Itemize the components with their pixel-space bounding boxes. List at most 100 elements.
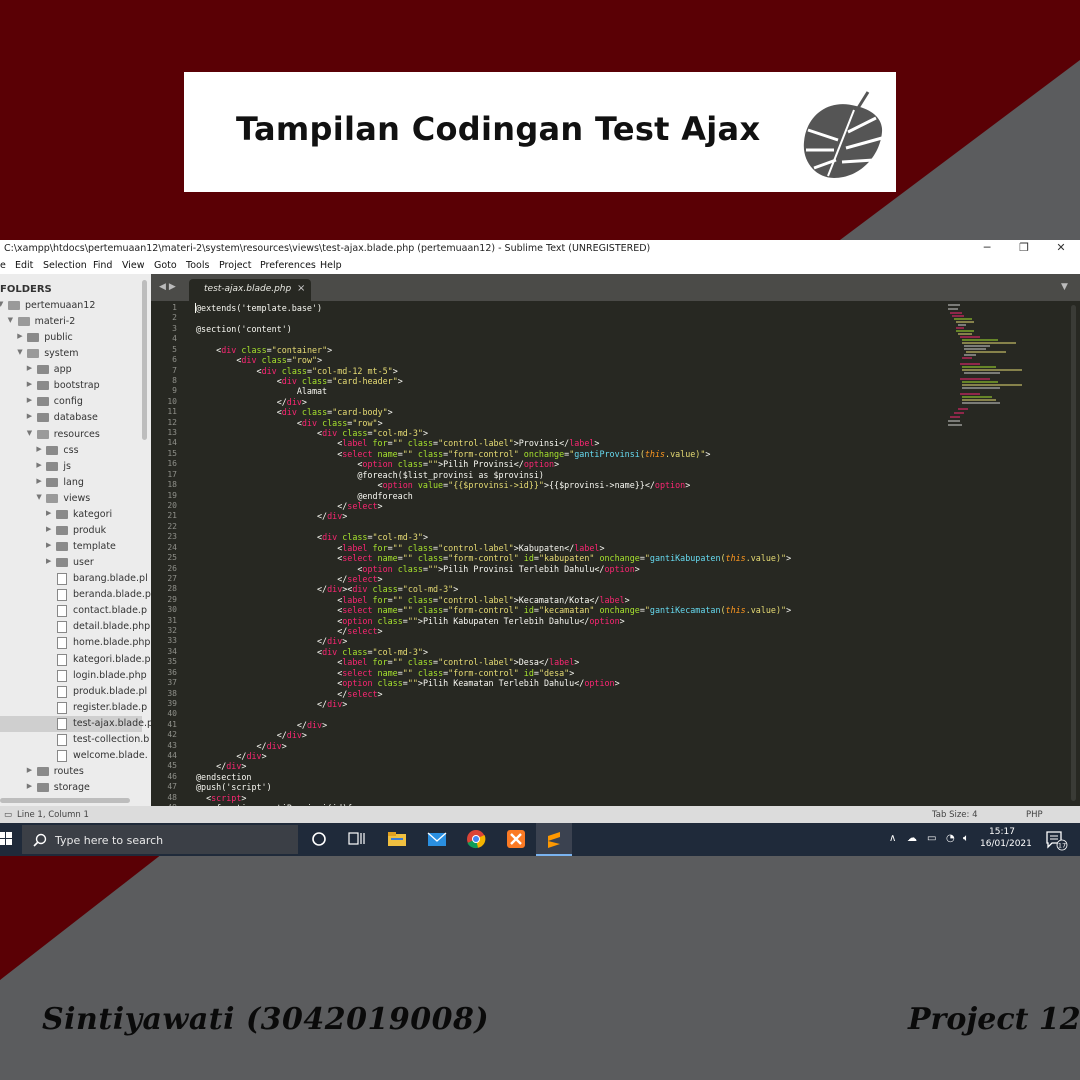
code-line[interactable]: </div> [196,751,266,761]
sidebar-item[interactable]: ▶ css [0,443,142,459]
code-line[interactable]: </select> [196,626,382,636]
chevron-right-icon[interactable]: ▶ [46,557,51,565]
tray-chevron-icon[interactable]: ∧ [889,833,896,844]
chevron-right-icon[interactable]: ▶ [36,461,41,469]
tab-nav-arrows-icon[interactable]: ◀▶ [159,282,179,292]
sidebar-item[interactable]: ▶ storage [0,780,142,796]
code-line[interactable]: </div> [196,397,307,407]
battery-icon[interactable]: ▭ [927,833,936,844]
code-line[interactable]: <option class="">Pilih Provinsi Terlebih… [196,564,639,574]
chevron-right-icon[interactable]: ▶ [27,380,32,388]
code-line[interactable]: <div class="container"> [196,345,332,355]
code-line[interactable]: <option class="">Pilih Keamatan Terlebih… [196,678,619,688]
sidebar-item[interactable]: produk.blade.pl [0,684,147,700]
onedrive-icon[interactable]: ☁ [907,833,917,844]
code-line[interactable]: <label for="" class="control-label">Prov… [196,438,599,448]
sidebar-item[interactable]: ▼ system [0,346,142,362]
code-line[interactable]: @endsection [196,772,251,782]
menu-project[interactable]: Project [219,260,252,271]
menu-find[interactable]: Find [93,260,112,271]
chrome-icon[interactable] [465,829,487,849]
sidebar-item[interactable]: ▶ template [0,539,142,555]
code-line[interactable]: <div class="card-header"> [196,376,403,386]
code-line[interactable]: </select> [196,501,382,511]
sidebar-item[interactable]: login.blade.php [0,668,147,684]
notification-icon[interactable]: 17 [1044,829,1068,851]
chevron-right-icon[interactable]: ▶ [27,412,32,420]
menu-preferences[interactable]: Preferences [260,260,316,271]
file-explorer-icon[interactable] [386,829,408,849]
chevron-down-icon[interactable]: ▼ [0,300,3,308]
sidebar-item[interactable]: ▼ views [0,491,142,507]
menu-help[interactable]: Help [320,260,342,271]
volume-icon[interactable]: 🔈︎ [963,833,969,844]
tab-close-icon[interactable]: × [297,283,305,294]
sidebar-item[interactable]: ▼ resources [0,427,142,443]
sidebar-item[interactable]: ▶ lang [0,475,142,491]
menu-file[interactable]: e [0,260,6,271]
code-line[interactable]: <select name="" class="form-control" onc… [196,449,710,459]
code-line[interactable]: <option value="{{$provinsi->id}}">{{$pro… [196,480,691,490]
code-line[interactable]: </div><div class="col-md-3"> [196,584,458,594]
sidebar-item[interactable]: ▶ bootstrap [0,378,142,394]
chevron-down-icon[interactable]: ▼ [36,493,41,501]
sidebar-item[interactable]: ▶ user [0,555,142,571]
code-line[interactable]: <select name="" class="form-control" id=… [196,668,574,678]
chevron-right-icon[interactable]: ▶ [36,445,41,453]
chevron-right-icon[interactable]: ▶ [46,525,51,533]
chevron-down-icon[interactable]: ▼ [17,348,22,356]
code-line[interactable]: <label for="" class="control-label">Desa… [196,657,579,667]
windows-start-icon[interactable] [0,831,12,847]
code-line[interactable]: </div> [196,636,347,646]
code-line[interactable]: </div> [196,511,347,521]
sidebar-item[interactable]: welcome.blade. [0,748,148,764]
code-line[interactable]: <label for="" class="control-label">Kabu… [196,543,604,553]
code-line[interactable]: </div> [196,720,327,730]
code-line[interactable]: @foreach($list_provinsi as $provinsi) [196,470,544,480]
code-line[interactable]: </div> [196,761,246,771]
code-line[interactable]: <div class="col-md-12 mt-5"> [196,366,398,376]
code-line[interactable]: <div class="row"> [196,355,322,365]
chevron-right-icon[interactable]: ▶ [46,541,51,549]
chevron-right-icon[interactable]: ▶ [27,782,32,790]
status-tab-size[interactable]: Tab Size: 4 [932,810,978,820]
code-line[interactable]: </div> [196,741,287,751]
code-line[interactable]: <select name="" class="form-control" id=… [196,553,791,563]
code-line[interactable]: @section('content') [196,324,292,334]
sidebar-item[interactable]: detail.blade.php [0,619,150,635]
sidebar-item[interactable]: contact.blade.p [0,603,147,619]
cortana-icon[interactable] [308,829,330,849]
chevron-right-icon[interactable]: ▶ [36,477,41,485]
tab-test-ajax[interactable]: test-ajax.blade.php × [189,279,311,301]
maximize-button[interactable]: ❐ [1009,241,1039,257]
sidebar-item[interactable]: ▶ js [0,459,142,475]
chevron-down-icon[interactable]: ▼ [8,316,13,324]
close-button[interactable]: ✕ [1046,241,1076,257]
status-panel-icon[interactable]: ▭ [4,810,12,820]
chevron-right-icon[interactable]: ▶ [27,396,32,404]
menu-edit[interactable]: Edit [15,260,33,271]
code-line[interactable]: <script> [196,793,246,803]
xampp-icon[interactable] [505,829,527,849]
code-line[interactable]: @endforeach [196,491,412,501]
code-line[interactable]: <div class="col-md-3"> [196,647,428,657]
sidebar-item[interactable]: ▼ pertemuaan12 [0,298,142,314]
menu-selection[interactable]: Selection [43,260,87,271]
sidebar-item[interactable]: home.blade.php [0,635,150,651]
sidebar-item[interactable]: ▶ public [0,330,142,346]
status-syntax[interactable]: PHP [1026,810,1043,820]
code-line[interactable]: </select> [196,574,382,584]
sidebar-item[interactable]: kategori.blade.p [0,652,151,668]
tab-dropdown-icon[interactable]: ▼ [1061,282,1068,292]
chevron-right-icon[interactable]: ▶ [27,364,32,372]
minimap[interactable] [946,303,1066,433]
sidebar-item[interactable]: ▶ routes [0,764,142,780]
code-line[interactable]: @push('script') [196,782,272,792]
code-line[interactable]: @extends('template.base') [196,303,322,313]
sidebar-item[interactable]: ▶ produk [0,523,142,539]
code-line[interactable]: </div> [196,699,347,709]
code-line[interactable]: <option class="">Pilih Provinsi</option> [196,459,559,469]
taskbar-search[interactable]: Type here to search [22,825,298,854]
taskbar-clock[interactable]: 15:17 16/01/2021 [980,826,1032,850]
sublime-taskbar-active[interactable] [536,823,572,856]
